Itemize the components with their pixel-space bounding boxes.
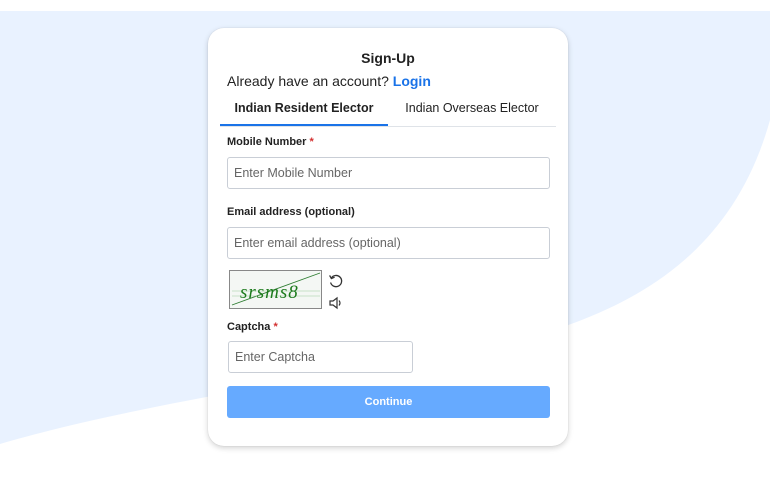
refresh-icon[interactable] — [328, 273, 344, 289]
elector-tabs: Indian Resident Elector Indian Overseas … — [220, 96, 556, 127]
page-title: Sign-Up — [361, 50, 415, 66]
mobile-number-label-text: Mobile Number — [227, 136, 307, 148]
captcha-input[interactable] — [228, 341, 413, 373]
email-label: Email address (optional) — [227, 206, 355, 218]
signup-card: Sign-Up Already have an account? Login I… — [208, 28, 568, 446]
continue-button[interactable]: Continue — [227, 386, 550, 418]
login-link[interactable]: Login — [393, 73, 431, 89]
required-marker: * — [273, 321, 278, 333]
captcha-label: Captcha * — [227, 321, 278, 333]
email-input[interactable] — [227, 227, 550, 259]
captcha-label-text: Captcha — [227, 321, 271, 333]
captcha-graphic: srsms8 — [231, 272, 321, 306]
tab-indian-overseas-elector[interactable]: Indian Overseas Elector — [388, 96, 556, 126]
mobile-number-label: Mobile Number * — [227, 136, 314, 148]
captcha-image: srsms8 — [229, 270, 322, 309]
speaker-icon[interactable] — [328, 295, 344, 311]
mobile-number-input[interactable] — [227, 157, 550, 189]
account-prompt-text: Already have an account? — [227, 73, 389, 89]
tab-indian-resident-elector[interactable]: Indian Resident Elector — [220, 96, 388, 126]
captcha-text: srsms8 — [240, 282, 299, 303]
account-prompt: Already have an account? Login — [227, 73, 431, 89]
required-marker: * — [309, 136, 314, 148]
